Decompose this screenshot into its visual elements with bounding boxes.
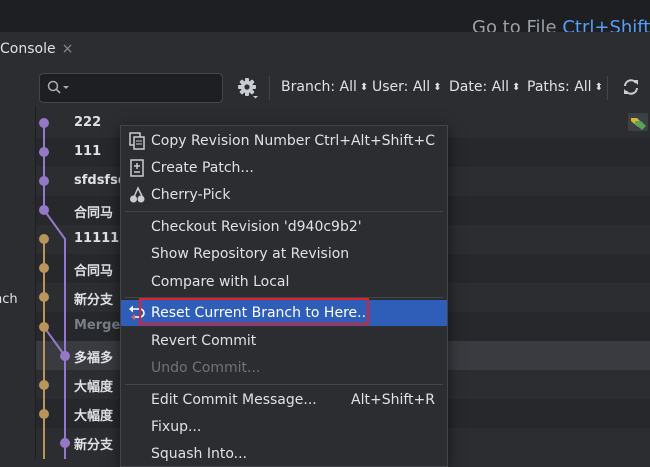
commit-node[interactable] [39,263,49,273]
menu-item-checkout-revision[interactable]: Checkout Revision 'd940c9b2' [121,214,447,240]
annotation-highlight-box [139,298,369,325]
menu-item-undo-commit: Undo Commit... [121,355,447,381]
menu-item-compare-local[interactable]: Compare with Local [121,269,447,295]
chevron-updown-icon: ⬍ [359,82,369,93]
tab-console[interactable]: Console × [0,41,73,57]
menu-item-cherry-pick[interactable]: Cherry-Pick [121,182,447,208]
menu-item-edit-message[interactable]: Edit Commit Message... Alt+Shift+R [121,387,447,413]
menu-separator [125,211,443,212]
menu-item-label: Checkout Revision 'd940c9b2' [151,219,362,235]
commit-node[interactable] [39,409,49,419]
menu-item-label: Show Repository at Revision [151,246,350,262]
commit-node[interactable] [60,438,70,448]
menu-item-copy-revision[interactable]: Copy Revision Number Ctrl+Alt+Shift+C [121,128,447,154]
date-filter-label: Date: All [449,79,509,95]
chevron-updown-icon: ⬍ [433,82,442,93]
tool-window-tabbar: Console × [0,32,650,69]
copy-icon [129,132,145,150]
commit-node[interactable] [39,380,49,390]
menu-item-label: Cherry-Pick [151,187,231,203]
menu-item-label: Copy Revision Number [151,133,311,149]
menu-item-reset-branch[interactable]: Reset Current Branch to Here... [121,298,447,326]
menu-item-label: Create Patch... [151,160,254,176]
branch-graph [39,118,70,459]
date-filter[interactable]: Date: All ⬍ [449,79,520,95]
tag-icon [628,113,648,131]
branch-tree-label: nch [0,292,18,307]
commit-node[interactable] [39,118,49,128]
commit-node[interactable] [39,292,49,302]
user-filter-label: User: All [372,79,431,95]
close-icon[interactable]: × [62,41,74,57]
menu-item-fixup[interactable]: Fixup... [121,414,447,440]
patch-icon [130,159,144,177]
branch-filter[interactable]: Branch: All ⬍ [281,79,368,95]
commit-node[interactable] [39,234,49,244]
menu-item-shortcut: Ctrl+Alt+Shift+C [314,133,435,149]
menu-item-revert-commit[interactable]: Revert Commit [121,328,447,354]
gear-icon[interactable] [237,77,259,99]
paths-filter-label: Paths: All [527,79,592,95]
search-input[interactable] [39,73,223,103]
menu-item-squash[interactable]: Squash Into... [121,441,447,466]
menu-item-label: Compare with Local [151,274,290,290]
menu-item-label: Undo Commit... [151,360,261,376]
commit-node[interactable] [39,322,49,332]
cherry-icon [130,186,145,203]
goto-file-shortcut: Ctrl+Shift [562,17,650,32]
menu-item-shortcut: Alt+Shift+R [351,392,435,408]
menu-item-label: Edit Commit Message... [151,392,317,408]
branches-pane: nch [0,106,36,459]
menu-separator [125,384,443,385]
title-strip: Go to File Ctrl+Shift [0,0,650,32]
refresh-icon[interactable] [622,78,640,96]
branch-filter-label: Branch: All [281,79,357,95]
commit-node[interactable] [39,176,49,186]
chevron-updown-icon: ⬍ [594,82,603,93]
context-menu: Copy Revision Number Ctrl+Alt+Shift+C Cr… [120,125,448,467]
user-filter[interactable]: User: All ⬍ [372,79,442,95]
goto-file-label: Go to File [472,17,557,32]
menu-item-label: Squash Into... [151,446,248,462]
commit-node[interactable] [60,351,70,361]
toolbar-divider [269,76,270,100]
menu-item-label: Fixup... [151,419,202,435]
paths-filter[interactable]: Paths: All ⬍ [527,79,603,95]
commit-node[interactable] [39,147,49,157]
branch-line [43,326,66,357]
chevron-updown-icon: ⬍ [512,82,521,93]
tab-console-label: Console [0,41,56,57]
branch-line [43,209,66,459]
goto-file-hint: Go to File Ctrl+Shift [472,17,650,32]
menu-item-label: Revert Commit [151,333,257,349]
menu-item-create-patch[interactable]: Create Patch... [121,155,447,181]
commit-node[interactable] [39,205,49,215]
search-icon [47,80,69,94]
toolbar-divider [607,76,608,100]
menu-item-show-repository[interactable]: Show Repository at Revision [121,241,447,267]
